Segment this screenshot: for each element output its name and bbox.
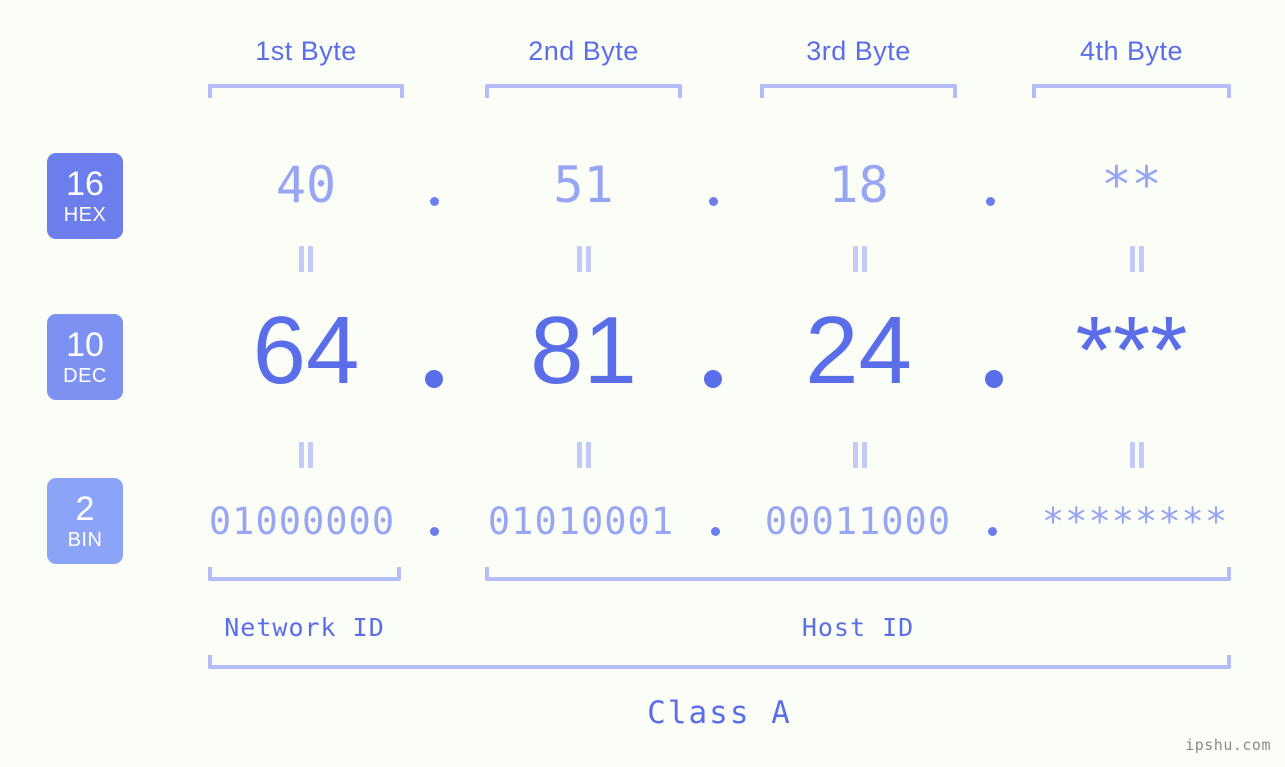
dec-byte-2: 81 xyxy=(530,297,637,404)
host-id-label: Host ID xyxy=(801,613,915,642)
dec-separator-1 xyxy=(425,370,443,388)
equality-mark-1-3 xyxy=(851,246,869,272)
bin-separator-1 xyxy=(430,527,439,536)
hex-byte-1: 40 xyxy=(275,156,337,214)
hex-byte-2: 51 xyxy=(553,156,614,214)
bin-byte-2: 01010001 xyxy=(487,500,675,543)
base-badge-dec: 10 DEC xyxy=(47,314,123,400)
base-badge-bin-abbr: BIN xyxy=(67,529,103,551)
base-badge-hex-abbr: HEX xyxy=(63,204,107,226)
byte-header-3: 3rd Byte xyxy=(806,36,911,66)
byte-bracket-4 xyxy=(1032,84,1231,98)
hex-byte-4: ** xyxy=(1101,156,1162,214)
dec-separator-3 xyxy=(985,370,1003,388)
equality-mark-1-1 xyxy=(297,246,315,272)
site-watermark: ipshu.com xyxy=(1185,736,1271,754)
equality-mark-1-4 xyxy=(1128,246,1146,272)
hex-byte-3: 18 xyxy=(828,156,889,214)
equality-mark-2-1 xyxy=(297,442,315,468)
base-badge-dec-number: 10 xyxy=(66,326,104,364)
byte-bracket-3 xyxy=(760,84,957,98)
class-label: Class A xyxy=(647,695,792,731)
equality-mark-1-2 xyxy=(575,246,593,272)
base-badge-hex: 16 HEX xyxy=(47,153,123,239)
byte-bracket-2 xyxy=(485,84,682,98)
network-id-label: Network ID xyxy=(224,613,385,642)
equality-mark-2-4 xyxy=(1128,442,1146,468)
class-bracket xyxy=(208,655,1231,669)
network-id-bracket xyxy=(208,567,401,581)
bin-byte-4: ******** xyxy=(1041,500,1229,543)
byte-header-2: 2nd Byte xyxy=(528,36,639,66)
byte-bracket-1 xyxy=(208,84,404,98)
hex-separator-1 xyxy=(430,197,439,206)
bin-byte-3: 00011000 xyxy=(764,500,952,543)
equality-mark-2-2 xyxy=(575,442,593,468)
hex-separator-2 xyxy=(709,197,718,206)
dec-separator-2 xyxy=(704,370,722,388)
dec-byte-4: *** xyxy=(1075,297,1188,404)
bin-byte-1: 01000000 xyxy=(208,500,396,543)
base-badge-hex-number: 16 xyxy=(66,165,104,203)
hex-separator-3 xyxy=(986,197,995,206)
byte-header-1: 1st Byte xyxy=(255,36,357,66)
byte-header-4: 4th Byte xyxy=(1079,36,1184,66)
equality-mark-2-3 xyxy=(851,442,869,468)
dec-byte-3: 24 xyxy=(805,297,912,404)
bin-separator-2 xyxy=(711,527,720,536)
dec-byte-1: 64 xyxy=(252,297,360,404)
ip-address-breakdown-diagram: 1st Byte 2nd Byte 3rd Byte 4th Byte 16 H… xyxy=(0,0,1285,767)
host-id-bracket xyxy=(485,567,1231,581)
base-badge-bin: 2 BIN xyxy=(47,478,123,564)
bin-separator-3 xyxy=(988,527,997,536)
base-badge-dec-abbr: DEC xyxy=(63,365,107,387)
base-badge-bin-number: 2 xyxy=(75,490,95,528)
